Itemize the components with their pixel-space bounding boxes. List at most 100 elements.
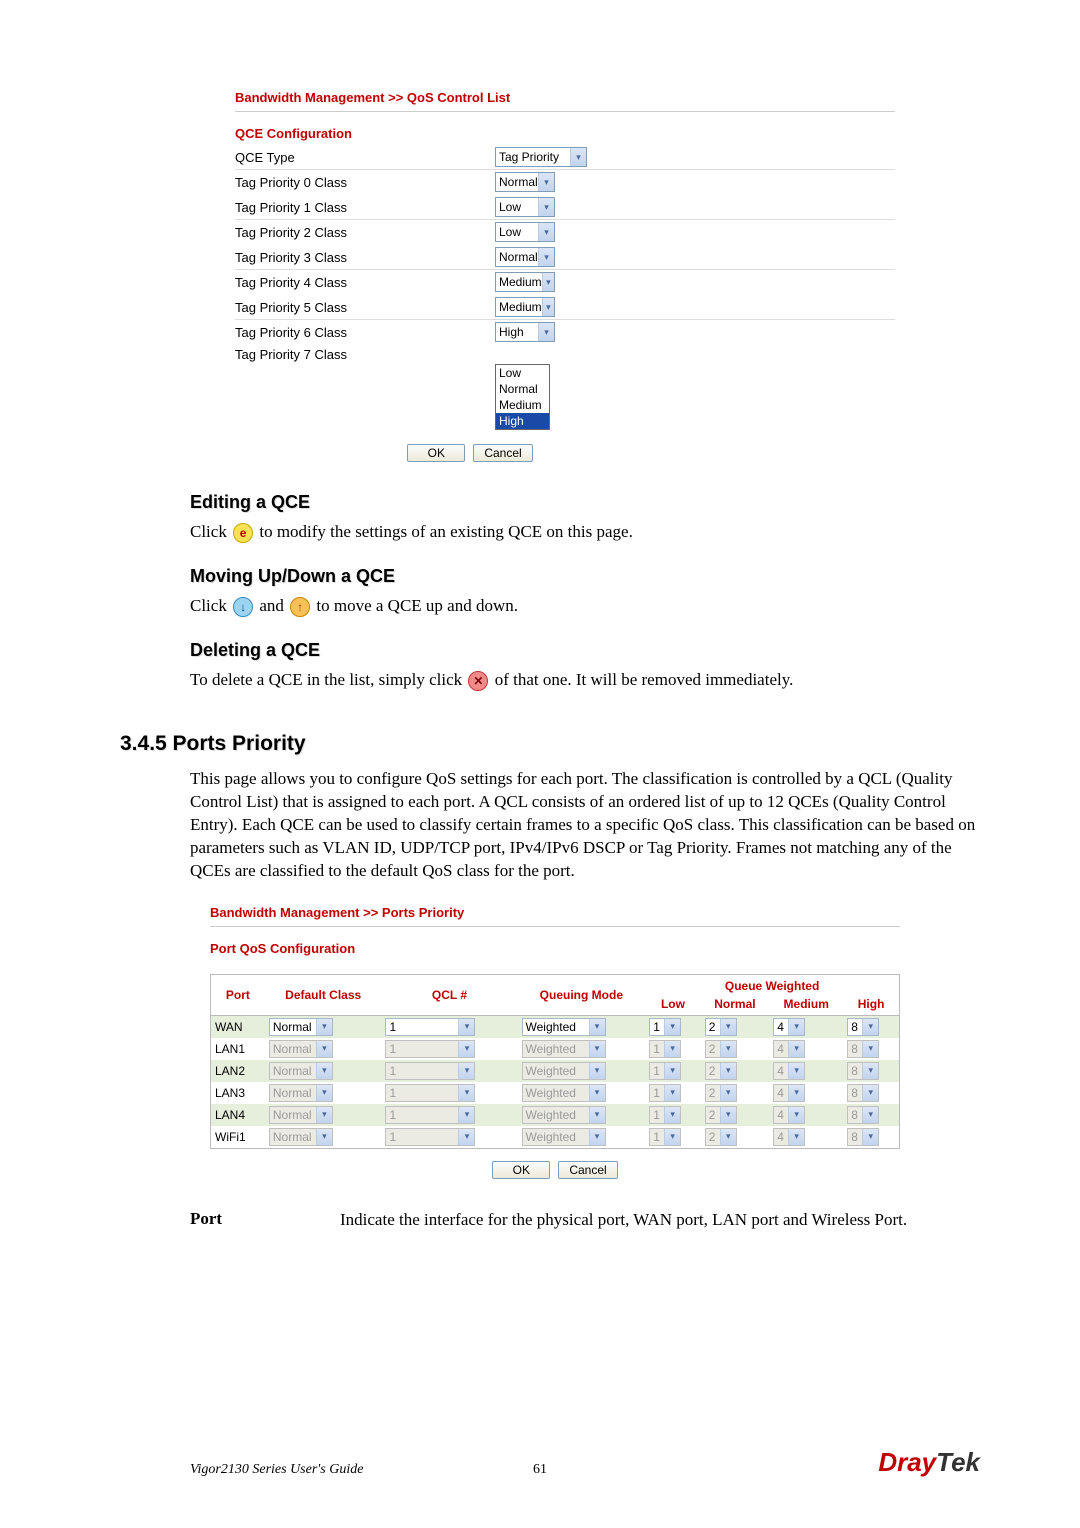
table-row: LAN4Normal▾1▾Weighted▾1▾2▾4▾8▾ <box>211 1104 900 1126</box>
col-default-class: Default Class <box>265 974 382 1015</box>
cell-select[interactable]: 8▾ <box>847 1018 879 1036</box>
chevron-down-icon: ▾ <box>862 1019 878 1035</box>
class-select[interactable]: Tag Priority▾ <box>495 147 587 167</box>
class-select[interactable]: Low▾ <box>495 222 555 242</box>
cell-select[interactable]: Weighted▾ <box>522 1018 606 1036</box>
row-label: Tag Priority 2 Class <box>235 220 495 245</box>
table-row: Tag Priority 3 ClassNormal▾ <box>235 245 895 270</box>
class-select[interactable]: Normal▾ <box>495 172 555 192</box>
brand-dray: Dray <box>878 1447 936 1477</box>
chevron-down-icon: ▾ <box>664 1129 680 1145</box>
section-intro: This page allows you to configure QoS se… <box>190 768 980 883</box>
cell-select: 8▾ <box>847 1128 879 1146</box>
row-label: Tag Priority 3 Class <box>235 245 495 270</box>
chevron-down-icon: ▾ <box>720 1085 736 1101</box>
delete-icon: ✕ <box>468 671 488 691</box>
cell-select: 1▾ <box>385 1106 475 1124</box>
cell-select: 4▾ <box>773 1084 805 1102</box>
row-label: Tag Priority 6 Class <box>235 320 495 345</box>
qce-config-table: QCE TypeTag Priority▾Tag Priority 0 Clas… <box>235 145 895 365</box>
col-high: High <box>843 993 899 1016</box>
chevron-down-icon: ▾ <box>570 148 586 166</box>
chevron-down-icon: ▾ <box>538 248 554 266</box>
table-row: Tag Priority 1 ClassLow▾ <box>235 195 895 220</box>
chevron-down-icon: ▾ <box>542 298 554 316</box>
cell-select: Weighted▾ <box>522 1062 606 1080</box>
chevron-down-icon: ▾ <box>316 1085 332 1101</box>
cell-select: 8▾ <box>847 1040 879 1058</box>
cancel-button[interactable]: Cancel <box>473 444 532 462</box>
cell-select: 4▾ <box>773 1128 805 1146</box>
cell-select: 1▾ <box>385 1040 475 1058</box>
cell-select: 1▾ <box>649 1106 681 1124</box>
table-row: Tag Priority 7 Class <box>235 345 895 365</box>
chevron-down-icon: ▾ <box>862 1129 878 1145</box>
chevron-down-icon: ▾ <box>788 1085 804 1101</box>
chevron-down-icon: ▾ <box>664 1019 680 1035</box>
col-port: Port <box>211 974 265 1015</box>
cell-select: 2▾ <box>705 1128 737 1146</box>
port-cell: LAN2 <box>211 1060 265 1082</box>
chevron-down-icon: ▾ <box>788 1063 804 1079</box>
cell-select: 1▾ <box>385 1128 475 1146</box>
ok-button[interactable]: OK <box>492 1161 550 1179</box>
class-select[interactable]: Normal▾ <box>495 247 555 267</box>
ok-button[interactable]: OK <box>407 444 465 462</box>
cell-select[interactable]: 1▾ <box>385 1018 475 1036</box>
cell-select[interactable]: 2▾ <box>705 1018 737 1036</box>
col-low: Low <box>645 993 701 1016</box>
cell-select[interactable]: 1▾ <box>649 1018 681 1036</box>
port-cell: WiFi1 <box>211 1126 265 1149</box>
table-row: LAN1Normal▾1▾Weighted▾1▾2▾4▾8▾ <box>211 1038 900 1060</box>
chevron-down-icon: ▾ <box>538 198 554 216</box>
class-select[interactable]: Medium▾ <box>495 297 555 317</box>
chevron-down-icon: ▾ <box>589 1019 605 1035</box>
col-queuing-mode: Queuing Mode <box>518 974 646 1015</box>
text: To delete a QCE in the list, simply clic… <box>190 670 466 689</box>
dropdown-option[interactable]: Normal <box>496 381 549 397</box>
text: Click <box>190 596 231 615</box>
cell-select: 2▾ <box>705 1084 737 1102</box>
dropdown-option[interactable]: High <box>496 413 549 429</box>
cell-select[interactable]: Normal▾ <box>269 1018 333 1036</box>
chevron-down-icon: ▾ <box>788 1107 804 1123</box>
class-select[interactable]: Low▾ <box>495 197 555 217</box>
brand-logo: DrayTek <box>878 1447 980 1478</box>
breadcrumb: Bandwidth Management >> Ports Priority <box>210 905 980 920</box>
section-number-heading: 3.4.5 Ports Priority <box>120 732 980 756</box>
dropdown-option[interactable]: Medium <box>496 397 549 413</box>
priority-dropdown-open[interactable]: LowNormalMediumHigh <box>495 364 550 430</box>
col-queue-weighted: Queue Weighted <box>645 974 899 993</box>
cell-select[interactable]: 4▾ <box>773 1018 805 1036</box>
chevron-down-icon: ▾ <box>720 1107 736 1123</box>
text: and <box>259 596 288 615</box>
cell-select: 2▾ <box>705 1040 737 1058</box>
chevron-down-icon: ▾ <box>788 1129 804 1145</box>
row-label: Tag Priority 4 Class <box>235 270 495 295</box>
edit-icon: e <box>233 523 253 543</box>
row-label: Tag Priority 5 Class <box>235 295 495 320</box>
cancel-button[interactable]: Cancel <box>558 1161 617 1179</box>
row-label: Tag Priority 7 Class <box>235 345 495 365</box>
cell-select: Normal▾ <box>269 1106 333 1124</box>
table-row: Tag Priority 5 ClassMedium▾ <box>235 295 895 320</box>
class-select[interactable]: Medium▾ <box>495 272 555 292</box>
chevron-down-icon: ▾ <box>862 1041 878 1057</box>
cell-select: 2▾ <box>705 1062 737 1080</box>
chevron-down-icon: ▾ <box>720 1063 736 1079</box>
dropdown-option[interactable]: Low <box>496 365 549 381</box>
chevron-down-icon: ▾ <box>589 1041 605 1057</box>
cell-select: Weighted▾ <box>522 1128 606 1146</box>
chevron-down-icon: ▾ <box>589 1107 605 1123</box>
cell-select: Weighted▾ <box>522 1040 606 1058</box>
cell-select: 8▾ <box>847 1062 879 1080</box>
cell-select: 1▾ <box>385 1062 475 1080</box>
class-select[interactable]: High▾ <box>495 322 555 342</box>
cell-select: Normal▾ <box>269 1128 333 1146</box>
chevron-down-icon: ▾ <box>458 1085 474 1101</box>
chevron-down-icon: ▾ <box>664 1041 680 1057</box>
col-medium: Medium <box>769 993 843 1016</box>
editing-heading: Editing a QCE <box>190 492 980 513</box>
chevron-down-icon: ▾ <box>458 1041 474 1057</box>
table-row: Tag Priority 0 ClassNormal▾ <box>235 170 895 195</box>
